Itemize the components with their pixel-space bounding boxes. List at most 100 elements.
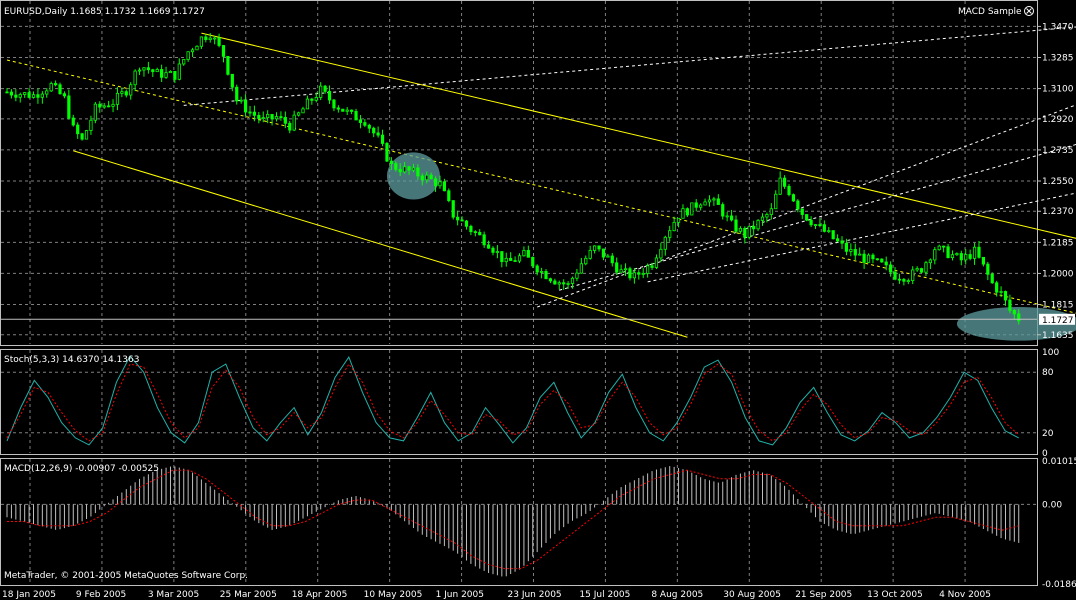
candle-body: [875, 258, 879, 261]
candle-body: [1017, 313, 1021, 322]
macd-title: MACD(12,26,9) -0.00907 -0.00525: [4, 464, 159, 474]
candle-body: [990, 273, 994, 284]
candle-body: [380, 134, 385, 144]
candle-body: [517, 255, 522, 262]
x-tick-label: 8 Aug 2005: [651, 590, 703, 600]
x-tick-label: 15 Jul 2005: [579, 590, 630, 600]
candle-body: [14, 94, 18, 98]
candle-body: [486, 244, 491, 249]
candle-body: [893, 271, 897, 280]
candle-body: [853, 249, 857, 256]
candle-body: [98, 103, 102, 108]
candle-body: [654, 257, 659, 268]
candle-body: [473, 231, 477, 234]
candle-body: [376, 132, 380, 136]
candle-body: [23, 92, 27, 95]
candle-body: [915, 268, 919, 271]
candle-body: [310, 98, 314, 101]
stoch-title: Stoch(5,3,3) 14.6370 14.1363: [4, 355, 139, 365]
candle-body: [933, 249, 937, 261]
candle-body: [186, 51, 190, 60]
candle-body: [160, 69, 164, 78]
candle-body: [372, 127, 376, 134]
candle-body: [619, 269, 623, 273]
candle-body: [557, 282, 561, 285]
x-tick-label: 18 Jan 2005: [2, 590, 56, 600]
candle-body: [858, 253, 862, 256]
candle-body: [354, 111, 358, 121]
candle-body: [919, 268, 924, 273]
candle-body: [292, 114, 296, 131]
x-tick-label: 3 Mar 2005: [148, 590, 199, 600]
candle-body: [986, 263, 990, 275]
candle-body: [111, 103, 115, 107]
candle-body: [62, 93, 67, 97]
candle-body: [897, 278, 902, 281]
y-tick-label: 1.2550: [1042, 177, 1074, 187]
x-tick-label: 18 Apr 2005: [292, 590, 348, 600]
x-tick-label: 10 May 2005: [364, 590, 423, 600]
y-tick-label: 1.2370: [1042, 207, 1074, 217]
candle-body: [296, 112, 301, 116]
candle-body: [734, 219, 738, 232]
candle-body: [999, 291, 1003, 293]
candle-body: [332, 99, 336, 109]
candle-body: [535, 265, 539, 273]
candle-body: [319, 85, 323, 98]
candle-body: [168, 70, 173, 74]
candle-body: [389, 160, 393, 165]
candle-body: [566, 283, 570, 285]
candle-body: [924, 262, 928, 273]
candle-body: [672, 221, 676, 232]
candle-body: [889, 264, 893, 273]
candle-body: [438, 181, 442, 187]
candle-body: [190, 49, 195, 53]
candle-body: [5, 91, 9, 94]
candle-body: [641, 272, 645, 275]
candle-body: [442, 181, 446, 192]
candle-body: [637, 272, 641, 275]
candle-body: [266, 114, 270, 119]
candle-body: [942, 245, 946, 248]
x-tick-label: 30 Aug 2005: [723, 590, 781, 600]
metatrader-chart[interactable]: 18 Jan 2005 9 Feb 2005 3 Mar 2005 25 Mar 20…: [0, 0, 1076, 600]
candle-body: [195, 45, 199, 51]
candle-body: [464, 220, 469, 227]
candle-body: [760, 216, 765, 221]
candle-body: [433, 178, 438, 187]
candle-body: [213, 37, 217, 40]
candle-body: [137, 69, 142, 72]
candle-body: [950, 254, 955, 259]
candle-body: [248, 111, 252, 114]
candle-body: [456, 216, 460, 221]
candle-body: [729, 215, 734, 221]
candle-body: [716, 198, 720, 205]
stoch-tick-label: 80: [1042, 368, 1054, 378]
candle-body: [836, 238, 840, 242]
candle-body: [182, 59, 186, 65]
candle-body: [601, 248, 606, 258]
candle-body: [102, 105, 106, 108]
candle-body: [972, 246, 977, 259]
candle-body: [350, 109, 354, 112]
candle-body: [778, 177, 782, 195]
candle-body: [663, 236, 667, 250]
candle-body: [460, 219, 464, 222]
candle-body: [1012, 309, 1016, 315]
candle-body: [151, 69, 155, 73]
candle-body: [40, 93, 44, 98]
candle-body: [597, 245, 601, 250]
candle-body: [208, 37, 212, 40]
candle-body: [84, 130, 89, 140]
candle-body: [495, 251, 500, 253]
candle-body: [818, 224, 822, 226]
candle-body: [699, 204, 703, 208]
candle-body: [243, 99, 248, 113]
candle-body: [478, 231, 482, 236]
candle-body: [129, 84, 133, 96]
candle-body: [345, 109, 349, 112]
candle-body: [416, 167, 420, 177]
candle-body: [584, 257, 588, 265]
candle-body: [9, 91, 14, 96]
candle-body: [610, 255, 614, 264]
